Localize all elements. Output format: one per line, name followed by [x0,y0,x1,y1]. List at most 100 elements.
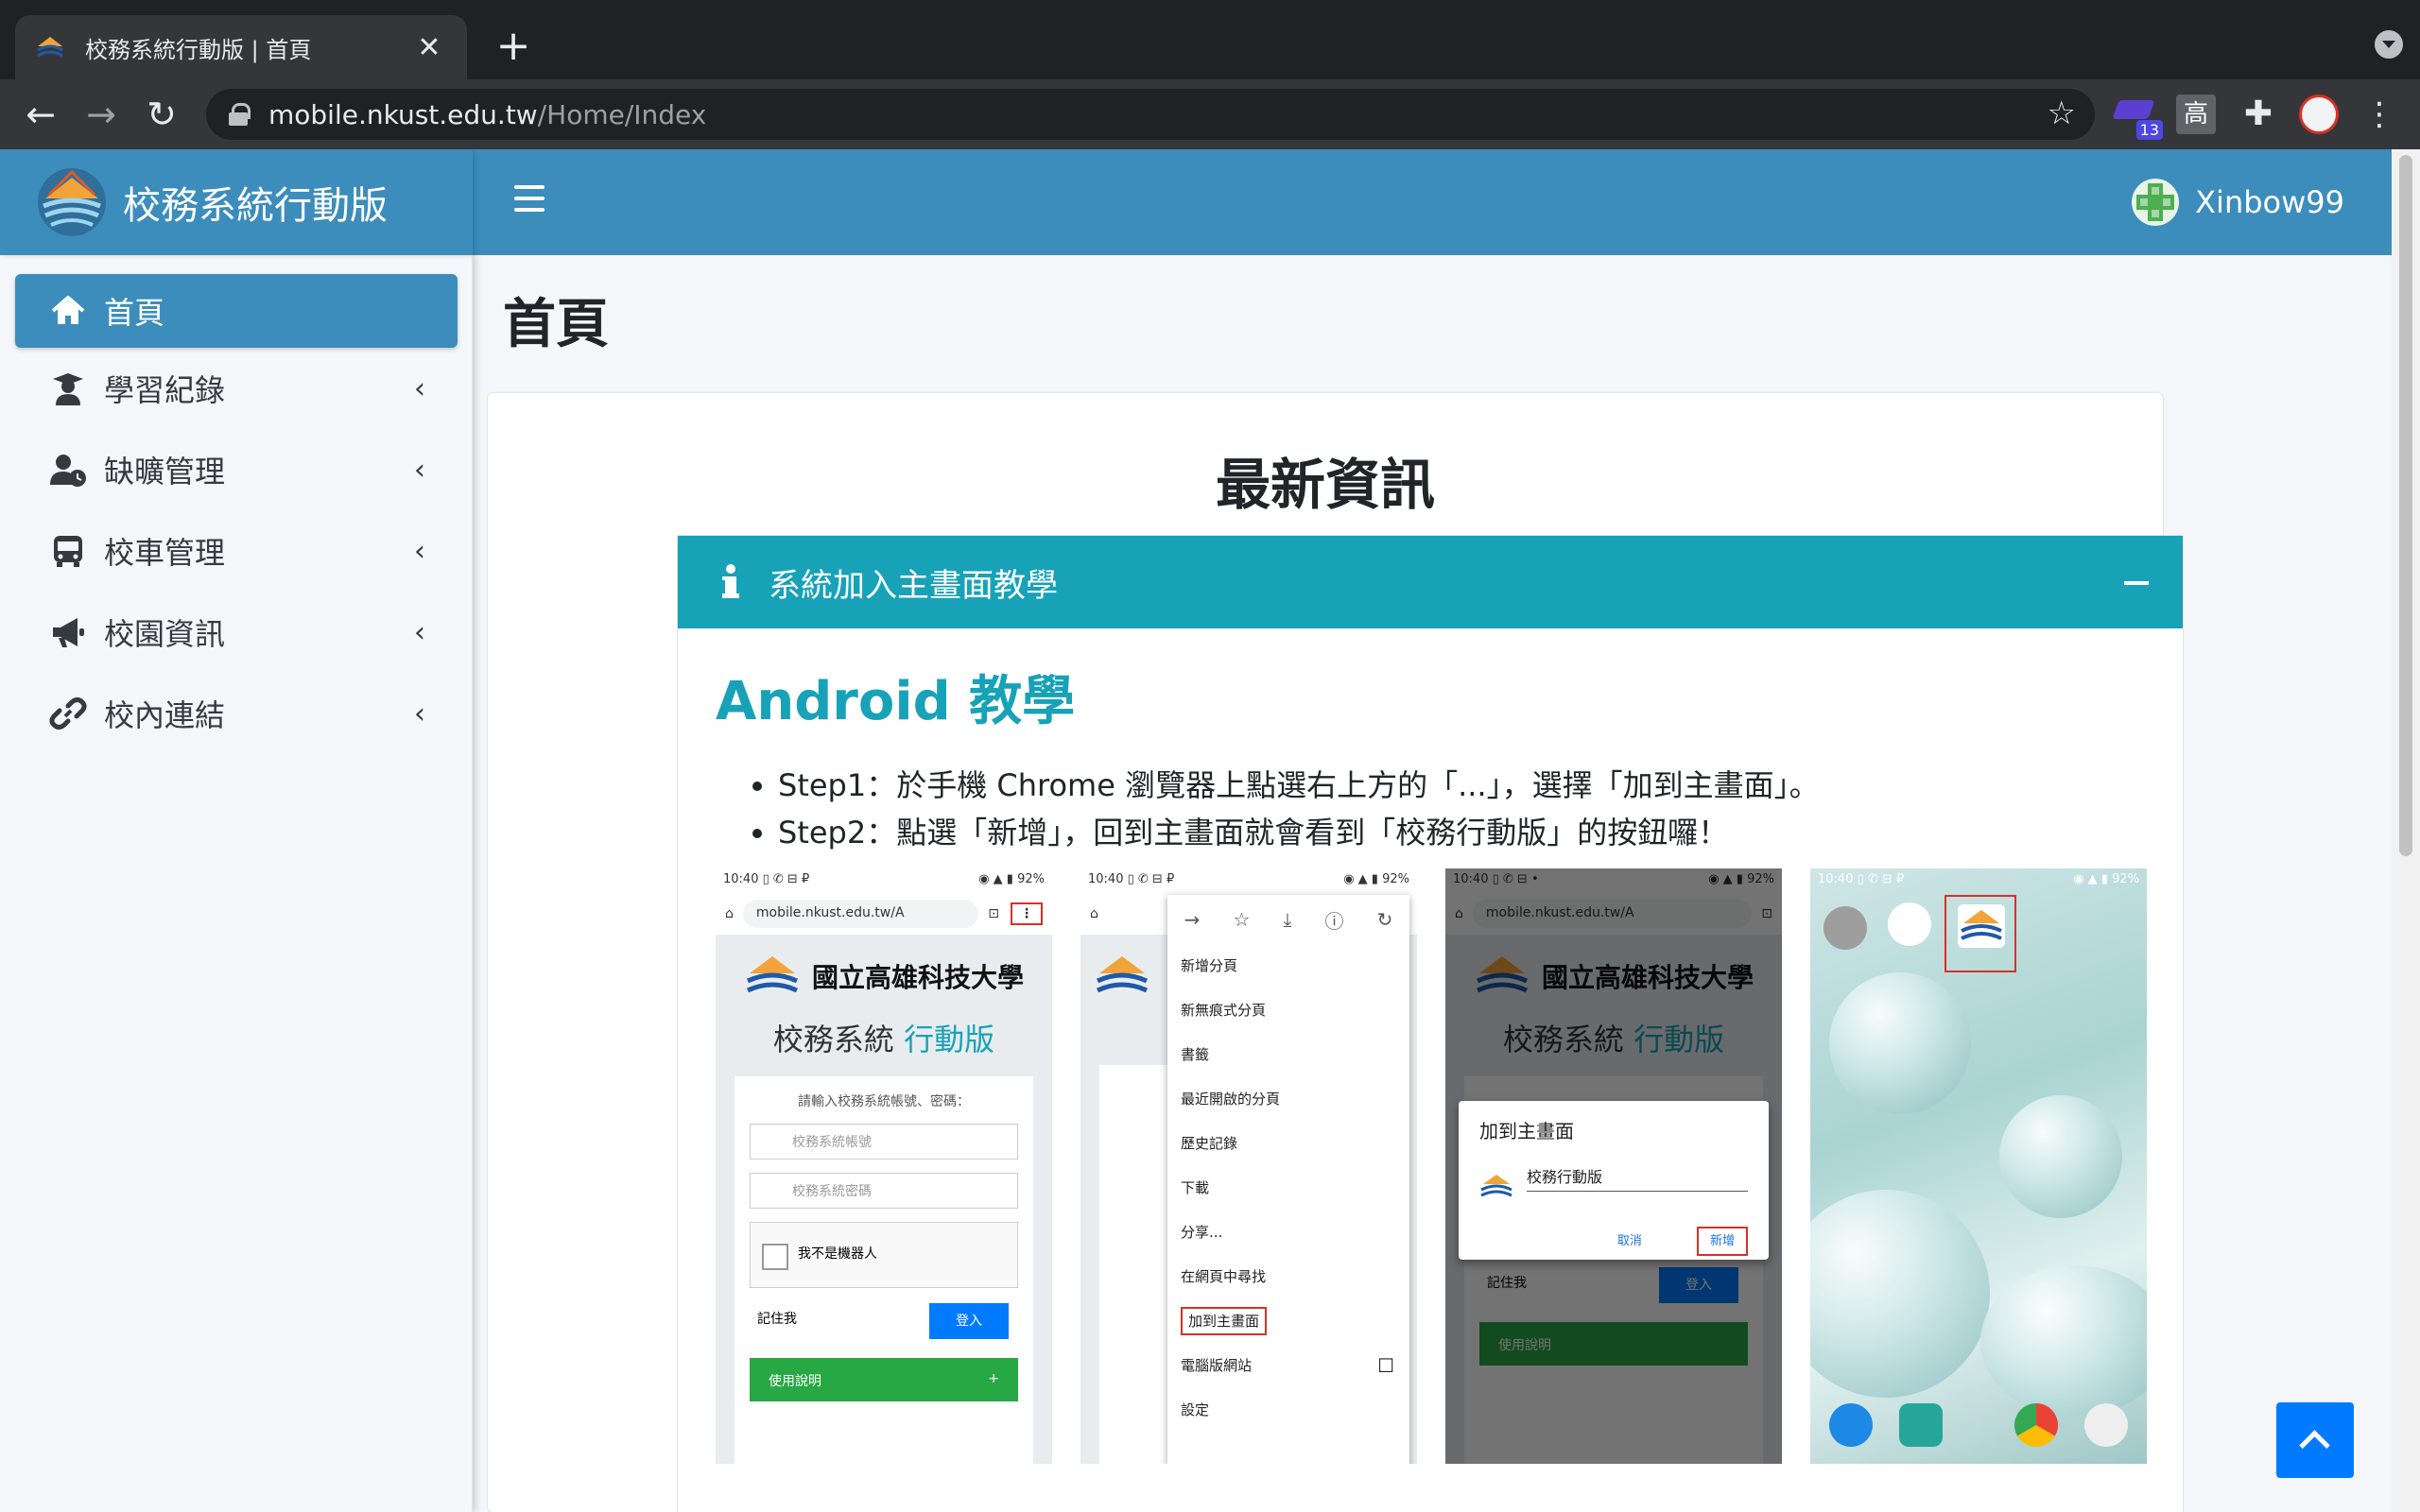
extension-badge: 13 [2135,120,2163,140]
menu-item-label: 加到主畫面 [1181,1307,1268,1335]
mobile-login-page: 國立高雄科技大學 校務系統 行動版 請輸入校務系統帳號、密碼： 校務系統帳號 校… [716,935,1052,1464]
nkust-logo-icon [1096,956,1149,993]
lock-icon [229,103,251,126]
status-icons: ◉ ▲ ▮ [2073,872,2108,886]
panel-body: Android 教學 Step1：於手機 Chrome 瀏覽器上點選右上方的「.… [716,659,2143,856]
wallpaper-bubble [1980,1265,2147,1417]
phone-status-bar: 10:40 ▯ ✆ ⊟ ₽ ◉ ▲ ▮ 92% [716,868,1052,893]
status-battery: 92% [1017,872,1045,886]
bookmark-star-icon[interactable]: ☆ [2048,94,2076,132]
extensions-puzzle-icon[interactable]: ✚ [2238,94,2278,134]
mobile-url-bar: ⌂ mobile.nkust.edu.tw/A ⊡ ⋮ [716,893,1052,935]
chevron-left-icon: ‹ [414,453,425,487]
user-avatar-icon [2132,179,2180,226]
dialog-title: 加到主畫面 [1479,1120,1574,1143]
login-button: 登入 [929,1303,1009,1339]
status-icons: ▯ ✆ ⊟ ₽ [1127,872,1175,886]
browser-menu-icon[interactable]: ⋮ [2360,94,2399,134]
sidebar-item-home[interactable]: 首頁 [15,274,458,348]
sidebar-item-campus-links[interactable]: 校內連結 ‹ [15,677,458,750]
reload-icon[interactable]: ↻ [138,91,185,138]
user-menu[interactable]: Xinbow99 [2131,178,2344,227]
list-item: Step1：於手機 Chrome 瀏覽器上點選右上方的「...」，選擇「加到主畫… [778,762,2143,809]
star-icon: ☆ [1233,908,1251,931]
password-field: 校務系統密碼 [750,1173,1018,1209]
mobile-url: mobile.nkust.edu.tw/A [742,900,979,928]
info-icon [722,564,739,598]
dialog-app-name: 校務行動版 [1527,1164,1748,1192]
sidebar-item-label: 缺曠管理 [104,454,226,490]
menu-toggle-icon[interactable] [514,185,544,215]
app-drawer-icon [1969,1403,1988,1447]
link-icon [49,697,87,730]
chrome-menu: → ☆ ⤓ ⓘ ↻ 新增分頁 新無痕式分頁 書籤 最近開啟的分頁 歷史記錄 下載… [1167,895,1409,1464]
plus-icon: + [988,1371,999,1386]
graduation-hat-extension-icon[interactable]: 13 [2112,94,2163,140]
help-label: 使用說明 [769,1374,821,1389]
forward-icon: → [1184,908,1201,931]
bus-icon [54,536,82,567]
new-tab-button[interactable]: + [490,23,537,70]
screenshot-step2-dialog: 10:40 ▯ ✆ ⊟ • ◉ ▲ ▮ 92% ⌂ mobile.nkust.e… [1445,868,1782,1464]
play-store-app-icon [1888,902,1931,946]
scrollbar-thumb[interactable] [2399,155,2412,856]
sidebar-item-school-bus[interactable]: 校車管理 ‹ [15,514,458,588]
menu-item: 電腦版網站 ☐ [1167,1344,1409,1388]
top-navbar: Xinbow99 [473,149,2392,255]
status-battery: 92% [1382,872,1409,886]
account-field: 校務系統帳號 [750,1124,1018,1160]
screenshot-step1-menu: 10:40 ▯ ✆ ⊟ ₽ ◉ ▲ ▮ 92% ⌂ → ☆ ⤓ ⓘ ↻ 新增分頁… [1080,868,1417,1464]
nkust-logo-icon [1958,904,2005,948]
menu-item: 書籤 [1181,1046,1210,1063]
status-time: 10:40 [723,872,759,886]
close-tab-icon[interactable]: ✕ [410,31,448,64]
sidebar-item-campus-info[interactable]: 校園資訊 ‹ [15,595,458,669]
sidebar-item-learning-records[interactable]: 學習紀錄 ‹ [15,352,458,425]
username: Xinbow99 [2195,184,2344,220]
info-icon: ⓘ [1324,909,1344,933]
school-name: 國立高雄科技大學 [811,962,1024,993]
status-icons: ◉ ▲ ▮ [978,872,1013,886]
help-button: 使用說明 + [750,1358,1018,1401]
checkbox-icon: ☐ [1377,1354,1394,1377]
messages-app-icon [1899,1403,1943,1447]
wallpaper-bubble [1829,972,1971,1114]
chevron-left-icon: ‹ [414,696,425,730]
nkust-logo-icon [746,956,799,993]
megaphone-icon [53,618,84,647]
sidebar-item-label: 校園資訊 [104,616,226,652]
home-icon [51,296,85,324]
sidebar-item-label: 學習紀錄 [104,372,226,408]
url-host: mobile.nkust.edu.tw [268,98,538,130]
panel-header[interactable]: 系統加入主畫面教學 [678,536,2183,628]
login-form: 請輸入校務系統帳號、密碼： 校務系統帳號 校務系統密碼 我不是機器人 記住我 登入… [735,1076,1033,1464]
system-name-accent: 行動版 [904,1022,995,1057]
dialog-add: 新增 [1696,1227,1748,1256]
gao-extension-icon[interactable]: 高 [2176,94,2216,134]
sidebar-item-attendance[interactable]: 缺曠管理 ‹ [15,433,458,507]
chrome-menu-icons: → ☆ ⤓ ⓘ ↻ [1167,895,1409,944]
collapse-minus-icon[interactable] [2107,554,2164,610]
tutorial-panel: 系統加入主畫面教學 Android 教學 Step1：於手機 Chrome 瀏覽… [677,535,2184,1512]
menu-dots-icon: ⋮ [1011,902,1043,925]
menu-item: 在網頁中尋找 [1181,1268,1267,1285]
forward-icon[interactable]: → [78,91,125,138]
steps-list: Step1：於手機 Chrome 瀏覽器上點選右上方的「...」，選擇「加到主畫… [716,762,2143,856]
address-bar[interactable]: mobile.nkust.edu.tw/Home/Index ☆ [206,89,2095,140]
back-icon[interactable]: ← [17,91,64,138]
brand-link[interactable]: 校務系統行動版 [0,149,473,255]
camera-app-icon [2084,1403,2128,1447]
browser-tab[interactable]: 校務系統行動版 | 首頁 ✕ [15,15,467,79]
page-scrollbar[interactable] [2392,149,2420,1512]
tab-search-icon[interactable] [2375,30,2403,59]
settings-app-icon [1824,906,1867,950]
status-battery: 92% [2112,872,2139,886]
graduate-icon [53,373,83,405]
browser-tabbar: 校務系統行動版 | 首頁 ✕ + [0,0,2420,79]
home-icon: ⌂ [1090,906,1098,921]
chevron-left-icon: ‹ [414,615,425,649]
sidebar-item-label: 校車管理 [104,535,226,571]
profile-avatar-icon[interactable] [2299,94,2339,134]
wallpaper-bubble [1999,1095,2122,1218]
scroll-to-top-button[interactable] [2276,1402,2354,1478]
